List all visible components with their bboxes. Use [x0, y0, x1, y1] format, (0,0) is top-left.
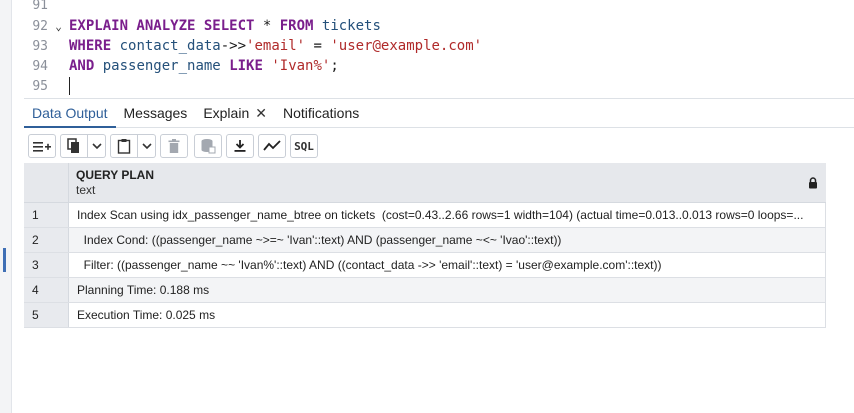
line-code: AND passenger_name LIKE 'Ivan%';	[69, 58, 339, 74]
delete-button[interactable]	[160, 134, 188, 158]
line-code: EXPLAIN ANALYZE SELECT * FROM tickets	[69, 18, 381, 34]
sql-editor[interactable]: 91 92 ⌄ EXPLAIN ANALYZE SELECT * FROM ti…	[24, 0, 854, 98]
table-cell[interactable]: Planning Time: 0.188 ms	[69, 278, 826, 302]
line-number: 94	[32, 58, 48, 74]
tab-notifications[interactable]: Notifications	[275, 99, 367, 127]
tab-data-output[interactable]: Data Output	[24, 99, 116, 128]
code-token: 'Ivan%'	[271, 58, 331, 74]
code-token: ->>	[220, 38, 247, 54]
lock-icon	[809, 177, 817, 189]
close-icon[interactable]: ✕	[255, 105, 267, 122]
code-token: 'user@example.com'	[330, 38, 483, 54]
paste-group	[110, 134, 156, 158]
table-row[interactable]: 2 Index Cond: ((passenger_name ~>=~ 'Iva…	[24, 228, 826, 253]
column-name: QUERY PLAN	[76, 168, 155, 182]
copy-icon	[67, 138, 79, 153]
table-row[interactable]: 3 Filter: ((passenger_name ~~ 'Ivan%'::t…	[24, 253, 826, 278]
results-toolbar: SQL	[24, 129, 854, 163]
tab-messages[interactable]: Messages	[116, 99, 196, 127]
add-row-button[interactable]	[28, 134, 56, 158]
line-chart-icon	[263, 140, 281, 151]
row-number[interactable]: 3	[24, 253, 69, 277]
chevron-down-icon	[91, 143, 102, 150]
code-token: passenger_name	[102, 58, 221, 74]
add-row-icon	[33, 142, 51, 152]
sql-button[interactable]: SQL	[290, 134, 318, 158]
editor-line-94: 94 AND passenger_name LIKE 'Ivan%';	[24, 56, 339, 76]
trash-icon	[168, 139, 180, 153]
code-token: contact_data	[119, 38, 221, 54]
copy-options-button[interactable]	[88, 134, 106, 158]
text-caret	[69, 77, 70, 95]
tab-explain[interactable]: Explain ✕	[195, 99, 275, 127]
editor-line-92: 92 ⌄ EXPLAIN ANALYZE SELECT * FROM ticke…	[24, 16, 381, 36]
tab-label: Messages	[123, 105, 188, 121]
table-cell[interactable]: Index Cond: ((passenger_name ~>=~ 'Ivan'…	[69, 228, 826, 252]
window-gutter	[0, 0, 12, 413]
row-number[interactable]: 4	[24, 278, 69, 302]
paste-button[interactable]	[110, 134, 138, 158]
tab-label: Explain	[203, 105, 250, 121]
row-number[interactable]: 5	[24, 303, 69, 327]
table-row[interactable]: 5 Execution Time: 0.025 ms	[24, 303, 826, 328]
cell-text: Index Scan using idx_passenger_name_btre…	[77, 208, 804, 222]
code-token: =	[305, 38, 331, 54]
graph-visualiser-button[interactable]	[258, 134, 286, 158]
column-type: text	[76, 183, 96, 197]
copy-button[interactable]	[60, 134, 88, 158]
clipboard-icon	[117, 139, 131, 154]
results-tabs: Data Output Messages Explain ✕ Notificat…	[24, 98, 854, 128]
cell-text: Execution Time: 0.025 ms	[77, 308, 216, 322]
table-row[interactable]: 4 Planning Time: 0.188 ms	[24, 278, 826, 303]
cell-text: Planning Time: 0.188 ms	[77, 283, 210, 297]
code-token: tickets	[321, 18, 381, 34]
column-header-query-plan[interactable]: QUERY PLAN text	[69, 163, 826, 202]
paste-options-button[interactable]	[138, 134, 156, 158]
row-number-header	[24, 163, 69, 202]
gutter-marker	[3, 248, 6, 272]
line-number: 93	[32, 38, 48, 54]
grid-header: QUERY PLAN text	[24, 163, 826, 203]
code-token: 'email'	[246, 38, 306, 54]
line-number: 91	[32, 0, 48, 13]
row-number[interactable]: 2	[24, 228, 69, 252]
chevron-down-icon	[141, 143, 152, 150]
table-cell[interactable]: Index Scan using idx_passenger_name_btre…	[69, 203, 826, 227]
line-code: WHERE contact_data->>'email' = 'user@exa…	[69, 38, 482, 54]
sql-label: SQL	[294, 139, 314, 153]
table-row[interactable]: 1 Index Scan using idx_passenger_name_bt…	[24, 203, 826, 228]
save-data-button[interactable]	[194, 134, 222, 158]
database-save-icon	[201, 139, 216, 154]
cell-text: Index Cond: ((passenger_name ~>=~ 'Ivan'…	[77, 233, 562, 247]
code-token: WHERE	[69, 38, 112, 54]
code-token: AND	[69, 58, 95, 74]
cell-text: Filter: ((passenger_name ~~ 'Ivan%'::tex…	[77, 258, 662, 272]
editor-line-93: 93 WHERE contact_data->>'email' = 'user@…	[24, 36, 482, 56]
copy-group	[60, 134, 106, 158]
tab-label: Notifications	[282, 105, 360, 121]
tab-label: Data Output	[32, 105, 108, 121]
editor-line-91: 91	[24, 0, 69, 15]
download-button[interactable]	[226, 134, 254, 158]
code-token: *	[254, 18, 280, 34]
code-token: ;	[330, 58, 339, 74]
code-token: FROM	[279, 18, 314, 34]
chevron-down-icon[interactable]: ⌄	[48, 20, 69, 33]
line-number: 95	[32, 78, 48, 94]
code-token: EXPLAIN ANALYZE SELECT	[69, 18, 255, 34]
line-number: 92	[32, 18, 48, 34]
row-number[interactable]: 1	[24, 203, 69, 227]
table-cell[interactable]: Filter: ((passenger_name ~~ 'Ivan%'::tex…	[69, 253, 826, 277]
table-cell[interactable]: Execution Time: 0.025 ms	[69, 303, 826, 327]
results-grid: QUERY PLAN text 1 Index Scan using idx_p…	[24, 163, 826, 328]
code-token: LIKE	[229, 58, 263, 74]
download-icon	[234, 140, 246, 152]
editor-line-95: 95	[24, 76, 70, 96]
